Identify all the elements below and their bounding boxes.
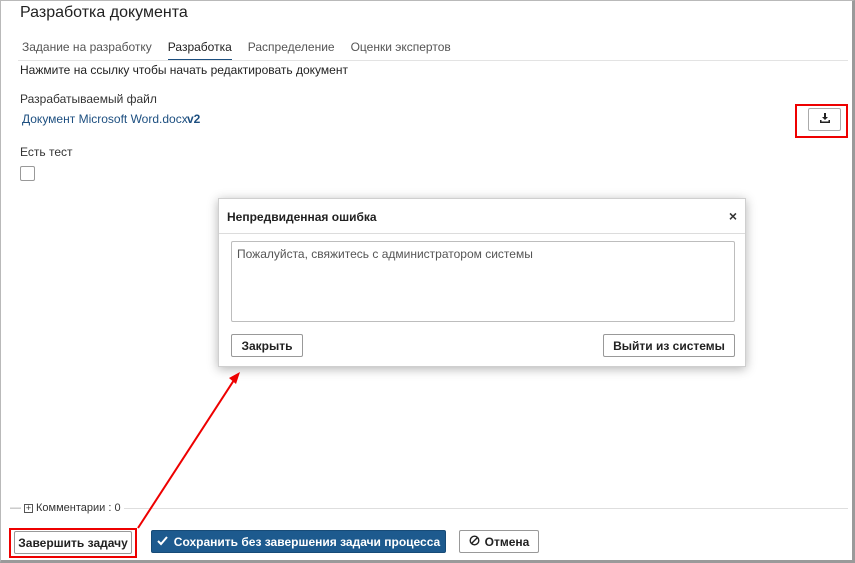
test-checkbox[interactable] [20,166,35,181]
download-button[interactable] [808,108,841,131]
check-icon [157,535,168,549]
tab-task[interactable]: Задание на разработку [22,40,152,61]
logout-button[interactable]: Выйти из системы [603,334,735,357]
tab-bar: Задание на разработку Разработка Распред… [22,40,467,61]
save-without-finish-button[interactable]: Сохранить без завершения задачи процесса [151,530,446,553]
tabs-divider [18,60,848,61]
dialog-title: Непредвиденная ошибка [227,210,377,224]
close-icon[interactable]: × [729,209,737,223]
comments-label: Комментарии : 0 [36,502,121,514]
file-link[interactable]: Документ Microsoft Word.docx [22,112,188,126]
tab-development[interactable]: Разработка [167,40,232,61]
cancel-button[interactable]: Отмена [459,530,539,553]
tab-expert-ratings[interactable]: Оценки экспертов [351,40,451,61]
download-icon [819,112,831,127]
cancel-button-label: Отмена [484,534,530,549]
comments-divider [124,508,848,509]
error-message-box: Пожалуйста, свяжитесь с администратором … [231,241,735,322]
dialog-divider [219,233,745,234]
comments-dash: — [10,502,21,514]
edit-hint: Нажмите на ссылку чтобы начать редактиро… [20,63,348,77]
tab-distribution[interactable]: Распределение [248,40,335,61]
comments-toggle[interactable]: — + Комментарии : 0 [10,502,121,514]
save-button-label: Сохранить без завершения задачи процесса [173,534,441,549]
error-dialog: Непредвиденная ошибка × Пожалуйста, свяж… [218,198,746,367]
test-label: Есть тест [20,145,73,159]
page-title: Разработка документа [20,4,188,21]
close-button[interactable]: Закрыть [231,334,303,357]
finish-task-button[interactable]: Завершить задачу [14,531,132,554]
expand-icon: + [24,502,33,513]
file-label: Разрабатываемый файл [20,92,157,106]
file-version: v2 [187,112,201,126]
ban-icon [469,534,480,549]
